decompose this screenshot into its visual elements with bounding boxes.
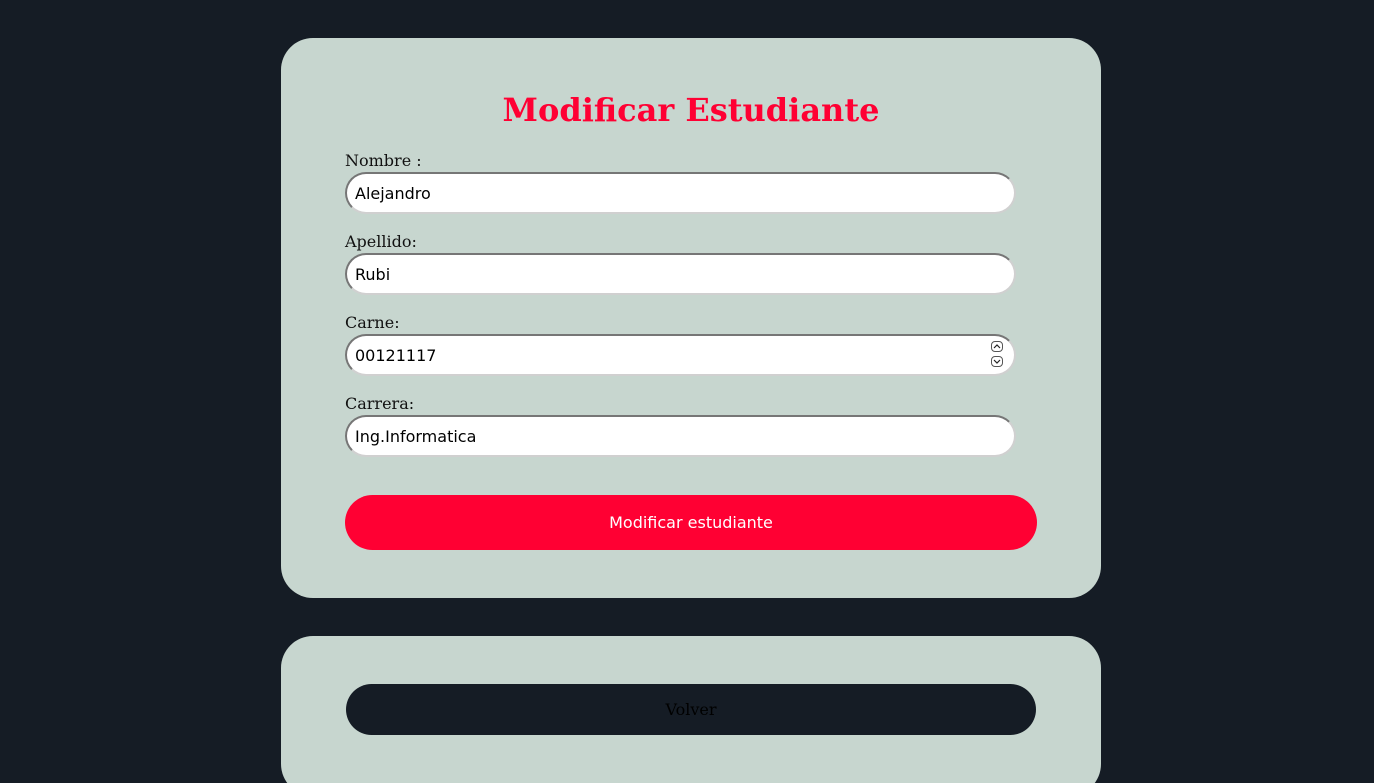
edit-student-card: Modificar Estudiante Nombre : Apellido: … bbox=[281, 38, 1101, 598]
apellido-label: Apellido: bbox=[345, 232, 417, 251]
apellido-input[interactable] bbox=[345, 253, 1016, 295]
carrera-input[interactable] bbox=[345, 415, 1016, 457]
nombre-input[interactable] bbox=[345, 172, 1016, 214]
carrera-label: Carrera: bbox=[345, 394, 415, 413]
back-card: Volver bbox=[281, 636, 1101, 783]
carne-input[interactable] bbox=[345, 334, 1016, 376]
page-title: Modificar Estudiante bbox=[502, 91, 880, 129]
modify-student-button[interactable]: Modificar estudiante bbox=[345, 495, 1037, 550]
nombre-label: Nombre : bbox=[345, 151, 422, 170]
back-button[interactable]: Volver bbox=[346, 684, 1036, 735]
carne-stepper[interactable] bbox=[991, 341, 1005, 367]
stepper-up-icon[interactable] bbox=[991, 341, 1003, 352]
carne-label: Carne: bbox=[345, 313, 400, 332]
stepper-down-icon[interactable] bbox=[991, 356, 1003, 367]
